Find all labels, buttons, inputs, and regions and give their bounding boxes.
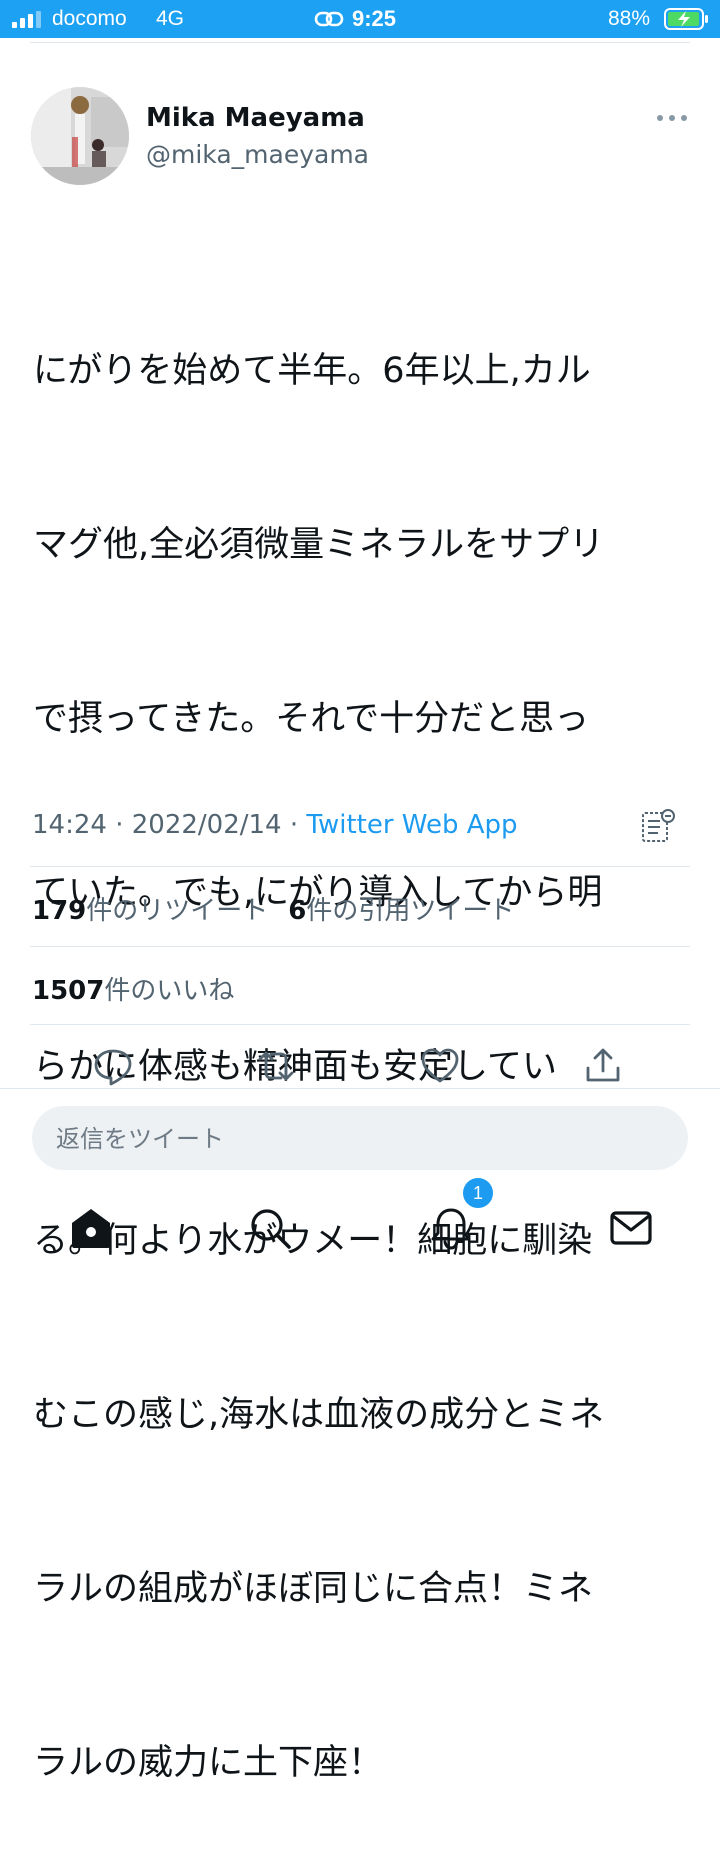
notification-badge: 1 bbox=[461, 1176, 495, 1210]
divider bbox=[30, 866, 690, 867]
avatar-photo bbox=[31, 87, 129, 185]
reply-input[interactable] bbox=[54, 1106, 658, 1172]
tweet-text-line: むこの感じ,海水は血液の成分とミネ bbox=[33, 1395, 605, 1435]
meta-separator: · bbox=[115, 810, 124, 840]
retweets-stat[interactable]: 179件のリツイート bbox=[32, 896, 268, 926]
retweets-count: 179 bbox=[32, 896, 87, 926]
likes-label: 件のいいね bbox=[104, 976, 235, 1006]
share-icon[interactable] bbox=[583, 1046, 623, 1086]
search-icon[interactable] bbox=[248, 1206, 292, 1250]
tweet-text-line: ラルの威力に土下座！ bbox=[33, 1743, 384, 1783]
battery-percentage: 88% bbox=[608, 7, 651, 30]
tweet-source-link[interactable]: Twitter Web App bbox=[306, 810, 517, 840]
signal-icon bbox=[12, 11, 41, 28]
tweet-date: 2022/02/14 bbox=[131, 810, 282, 840]
more-options-icon[interactable] bbox=[656, 110, 688, 126]
tweet-text: にがりを始めて半年。6年以上,カル マグ他,全必須微量ミネラルをサプリ で摂って… bbox=[33, 226, 693, 1850]
engagement-stats: 179件のリツイート 6件の引用ツイート bbox=[32, 890, 514, 927]
tweet-text-line: で摂ってきた。それで十分だと思っ bbox=[33, 699, 590, 739]
battery-charging-icon bbox=[664, 8, 708, 30]
author-handle[interactable]: @mika_maeyama bbox=[146, 140, 369, 169]
like-icon[interactable] bbox=[420, 1046, 460, 1086]
reply-icon[interactable] bbox=[93, 1046, 133, 1086]
network-type: 4G bbox=[156, 7, 185, 30]
link-icon bbox=[314, 11, 344, 27]
tweet-text-line: にがりを始めて半年。6年以上,カル bbox=[33, 351, 591, 391]
notifications-icon[interactable] bbox=[429, 1206, 473, 1250]
meta-separator: · bbox=[289, 810, 299, 840]
likes-count: 1507 bbox=[32, 976, 105, 1006]
retweet-icon[interactable] bbox=[256, 1046, 296, 1086]
divider bbox=[0, 1088, 720, 1089]
reply-bar[interactable] bbox=[32, 1106, 688, 1172]
analytics-icon[interactable] bbox=[640, 808, 676, 844]
quotes-stat[interactable]: 6件の引用ツイート bbox=[288, 896, 514, 926]
quotes-label: 件の引用ツイート bbox=[306, 896, 515, 926]
carrier-name: docomo bbox=[52, 7, 127, 30]
tweet-time: 14:24 bbox=[32, 810, 107, 840]
divider bbox=[30, 946, 690, 947]
retweets-label: 件のリツイート bbox=[86, 896, 269, 926]
tweet-text-line: マグ他,全必須微量ミネラルをサプリ bbox=[33, 525, 605, 565]
home-icon[interactable] bbox=[69, 1206, 113, 1250]
author-name[interactable]: Mika Maeyama bbox=[146, 103, 365, 133]
status-time: 9:25 bbox=[352, 6, 397, 31]
divider bbox=[30, 1024, 690, 1025]
quotes-count: 6 bbox=[288, 896, 307, 926]
messages-icon[interactable] bbox=[609, 1206, 653, 1250]
tweet-meta: 14:24 · 2022/02/14 · Twitter Web App bbox=[32, 810, 518, 840]
top-divider bbox=[30, 42, 690, 43]
likes-stat[interactable]: 1507件のいいね bbox=[32, 970, 234, 1007]
status-bar: docomo 4G 9:25 88% bbox=[0, 0, 720, 38]
avatar[interactable] bbox=[31, 87, 129, 185]
tweet-text-line: る。何より水がウメー！細胞に馴染 bbox=[33, 1221, 593, 1261]
tweet-text-line: ラルの組成がほぼ同じに合点！ミネ bbox=[33, 1569, 594, 1609]
